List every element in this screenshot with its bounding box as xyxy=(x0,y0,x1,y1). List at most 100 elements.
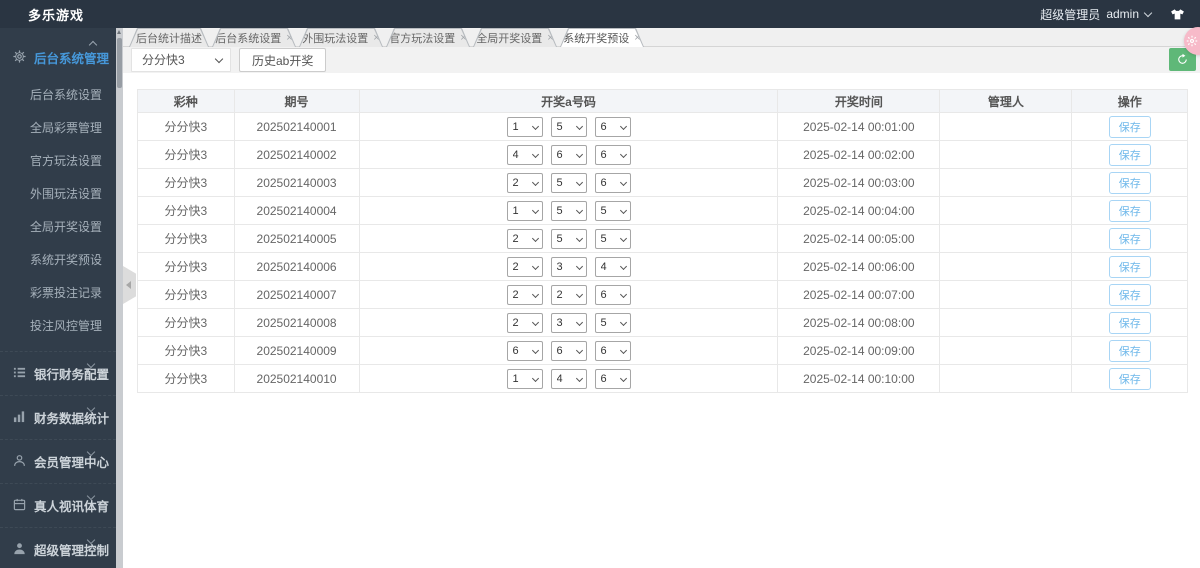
sidebar-item-risk-control[interactable]: 投注风控管理 xyxy=(0,310,116,343)
scrollbar-up-arrow-icon[interactable] xyxy=(117,30,121,34)
sidebar-item-peripheral-play[interactable]: 外围玩法设置 xyxy=(0,178,116,211)
number-select-2[interactable]: 5 xyxy=(550,116,587,137)
number-select-3[interactable]: 6 xyxy=(594,368,631,389)
tab-peripheral-play[interactable]: 外围玩法设置 × xyxy=(299,28,383,47)
number-select-2[interactable]: 6 xyxy=(550,340,587,361)
number-select-2[interactable]: 6 xyxy=(550,144,587,165)
number-select-1[interactable]: 2 xyxy=(506,256,543,277)
save-button[interactable]: 保存 xyxy=(1108,283,1151,306)
sidebar-scrollbar[interactable] xyxy=(116,28,123,568)
sidebar-item-system-draw-preset[interactable]: 系统开奖预设 xyxy=(0,244,116,277)
number-select-2[interactable]: 5 xyxy=(550,228,587,249)
number-select-2[interactable]: 3 xyxy=(550,256,587,277)
number-select-1[interactable]: 2 xyxy=(506,312,543,333)
number-select-3[interactable]: 6 xyxy=(594,172,631,193)
sidebar-group-bank-finance[interactable]: 银行财务配置 xyxy=(0,351,116,395)
numbers-cell: 4 6 6 xyxy=(358,140,779,169)
history-ab-draw-button[interactable]: 历史ab开奖 xyxy=(239,48,327,72)
number-select-3[interactable]: 5 xyxy=(594,200,631,221)
gear-icon xyxy=(13,49,26,66)
scrollbar-thumb[interactable] xyxy=(117,38,122,88)
number-select-3[interactable]: 6 xyxy=(594,116,631,137)
time-cell: 2025-02-14 00:06:00 xyxy=(777,252,941,281)
action-cell: 保存 xyxy=(1071,140,1188,169)
numbers-cell: 2 3 5 xyxy=(358,308,779,337)
number-select-3[interactable]: 6 xyxy=(594,144,631,165)
user-menu[interactable]: 超级管理员 admin xyxy=(1040,6,1153,23)
save-button[interactable]: 保存 xyxy=(1108,171,1151,194)
sidebar-group-label: 会员管理中心 xyxy=(34,456,110,470)
number-select-1[interactable]: 1 xyxy=(506,200,543,221)
save-button[interactable]: 保存 xyxy=(1108,367,1151,390)
sidebar-group-live-video-sports[interactable]: 真人视讯体育 xyxy=(0,483,116,527)
person-icon xyxy=(13,542,26,558)
number-select-1[interactable]: 1 xyxy=(506,116,543,137)
table-row: 分分快3 202502140003 2 5 6 2025-02-14 00:03… xyxy=(137,168,1188,197)
save-button[interactable]: 保存 xyxy=(1108,227,1151,250)
save-button[interactable]: 保存 xyxy=(1108,143,1151,166)
sidebar-item-global-draw[interactable]: 全局开奖设置 xyxy=(0,211,116,244)
number-select-1[interactable]: 2 xyxy=(506,228,543,249)
lottery-cell: 分分快3 xyxy=(137,336,235,365)
number-select-3[interactable]: 5 xyxy=(594,312,631,333)
sidebar-group-member-center[interactable]: 会员管理中心 xyxy=(0,439,116,483)
number-select-1[interactable]: 4 xyxy=(506,144,543,165)
header-action: 操作 xyxy=(1071,89,1188,113)
number-select-1[interactable]: 6 xyxy=(506,340,543,361)
person-icon xyxy=(13,454,26,470)
save-button[interactable]: 保存 xyxy=(1108,311,1151,334)
action-cell: 保存 xyxy=(1071,364,1188,393)
number-select-1[interactable]: 1 xyxy=(506,368,543,389)
sidebar-group-label: 财务数据统计 xyxy=(34,412,110,426)
number-select-1[interactable]: 2 xyxy=(506,172,543,193)
number-select-2[interactable]: 2 xyxy=(550,284,587,305)
table-row: 分分快3 202502140004 1 5 5 2025-02-14 00:04… xyxy=(137,196,1188,225)
tab-label: 后台统计描述 xyxy=(136,33,202,45)
sidebar-group-super-admin[interactable]: 超级管理控制 xyxy=(0,527,116,568)
header-issue: 期号 xyxy=(233,89,360,113)
calendar-icon xyxy=(13,498,26,514)
number-select-2[interactable]: 5 xyxy=(550,200,587,221)
manager-cell xyxy=(939,336,1073,365)
tab-system-draw-preset[interactable]: 系统开奖预设 × xyxy=(560,28,644,47)
table-row: 分分快3 202502140001 1 5 6 2025-02-14 00:01… xyxy=(137,112,1188,141)
manager-cell xyxy=(939,196,1073,225)
sidebar-item-global-lottery[interactable]: 全局彩票管理 xyxy=(0,112,116,145)
list-icon xyxy=(13,366,26,382)
number-select-3[interactable]: 4 xyxy=(594,256,631,277)
lottery-type-select[interactable]: 分分快3 xyxy=(131,48,231,72)
tab-official-play[interactable]: 官方玩法设置 × xyxy=(386,28,470,47)
number-select-2[interactable]: 5 xyxy=(550,172,587,193)
save-button[interactable]: 保存 xyxy=(1108,115,1151,138)
sidebar-item-bet-records[interactable]: 彩票投注记录 xyxy=(0,277,116,310)
number-select-2[interactable]: 3 xyxy=(550,312,587,333)
number-select-3[interactable]: 5 xyxy=(594,228,631,249)
tab-backend-settings[interactable]: 后台系统设置 × xyxy=(212,28,296,47)
number-select-3[interactable]: 6 xyxy=(594,284,631,305)
number-select-3[interactable]: 6 xyxy=(594,340,631,361)
time-cell: 2025-02-14 00:07:00 xyxy=(777,280,941,309)
tab-global-draw[interactable]: 全局开奖设置 × xyxy=(473,28,557,47)
issue-cell: 202502140003 xyxy=(233,168,360,197)
tab-backend-stats[interactable]: 后台统计描述 xyxy=(129,28,209,47)
table-row: 分分快3 202502140009 6 6 6 2025-02-14 00:09… xyxy=(137,336,1188,365)
sidebar-item-backend-settings[interactable]: 后台系统设置 xyxy=(0,79,116,112)
number-select-2[interactable]: 4 xyxy=(550,368,587,389)
sidebar-group-finance-stats[interactable]: 财务数据统计 xyxy=(0,395,116,439)
sidebar-item-official-play[interactable]: 官方玩法设置 xyxy=(0,145,116,178)
save-button[interactable]: 保存 xyxy=(1108,339,1151,362)
time-cell: 2025-02-14 00:01:00 xyxy=(777,112,941,141)
sidebar-group-backend-system[interactable]: 后台系统管理 xyxy=(0,28,116,79)
tab-label: 全局开奖设置 xyxy=(476,33,543,45)
sidebar-submenu: 后台系统设置 全局彩票管理 官方玩法设置 外围玩法设置 全局开奖设置 系统开奖预… xyxy=(0,79,116,351)
action-cell: 保存 xyxy=(1071,224,1188,253)
time-cell: 2025-02-14 00:08:00 xyxy=(777,308,941,337)
number-select-1[interactable]: 2 xyxy=(506,284,543,305)
lottery-cell: 分分快3 xyxy=(137,168,235,197)
save-button[interactable]: 保存 xyxy=(1108,199,1151,222)
save-button[interactable]: 保存 xyxy=(1108,255,1151,278)
theme-shirt-icon[interactable] xyxy=(1169,7,1186,21)
time-cell: 2025-02-14 00:10:00 xyxy=(777,364,941,393)
numbers-cell: 2 2 6 xyxy=(358,280,779,309)
action-cell: 保存 xyxy=(1071,196,1188,225)
